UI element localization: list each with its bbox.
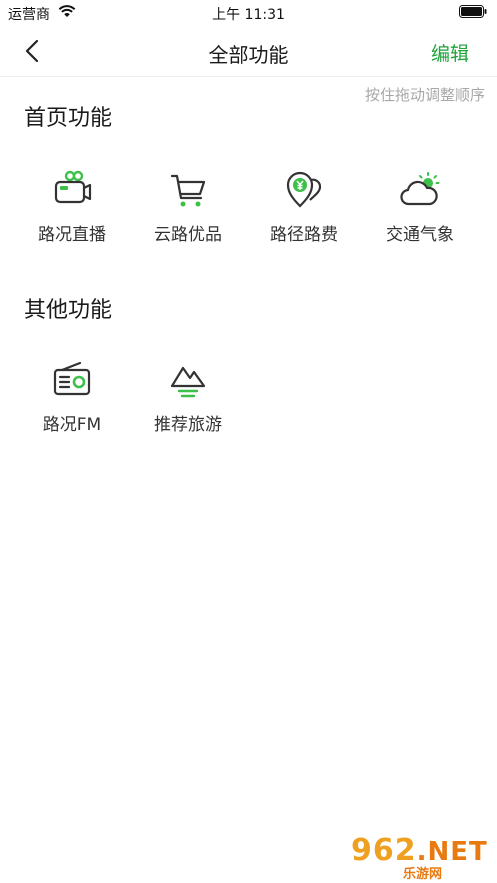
nav-bar: 全部功能 编辑 bbox=[0, 26, 497, 77]
section-title-home: 首页功能 bbox=[24, 106, 113, 131]
function-item-route-toll[interactable]: 路径路费 bbox=[246, 170, 362, 250]
function-item-traffic-fm[interactable]: 路况FM bbox=[14, 360, 130, 440]
function-item-live-traffic[interactable]: 路况直播 bbox=[14, 170, 130, 250]
function-label: 路径路费 bbox=[270, 225, 338, 245]
mountain-icon bbox=[170, 366, 206, 398]
function-label: 推荐旅游 bbox=[154, 415, 222, 435]
radio-icon bbox=[53, 361, 91, 396]
weather-icon bbox=[400, 172, 440, 206]
function-label: 交通气象 bbox=[386, 225, 454, 245]
function-item-travel-recommend[interactable]: 推荐旅游 bbox=[130, 360, 246, 440]
function-label: 路况直播 bbox=[38, 225, 106, 245]
function-label: 云路优品 bbox=[154, 225, 222, 245]
function-label: 路况FM bbox=[42, 415, 102, 435]
function-item-cloud-mall[interactable]: 云路优品 bbox=[130, 170, 246, 250]
edit-button[interactable]: 编辑 bbox=[431, 39, 469, 66]
status-bar: 运营商 上午 11:31 bbox=[0, 0, 497, 26]
toll-icon bbox=[286, 171, 322, 208]
site-watermark: 962.NET 乐游网 bbox=[351, 833, 491, 882]
drag-hint: 按住拖动调整顺序 bbox=[364, 86, 485, 104]
function-item-traffic-weather[interactable]: 交通气象 bbox=[362, 170, 478, 250]
camera-icon bbox=[54, 170, 92, 204]
battery-icon bbox=[459, 5, 487, 18]
watermark-subtitle: 乐游网 bbox=[403, 867, 443, 882]
page-title: 全部功能 bbox=[208, 43, 289, 67]
cart-icon bbox=[170, 174, 206, 207]
clock: 上午 11:31 bbox=[212, 7, 285, 23]
section-title-other: 其他功能 bbox=[24, 298, 113, 323]
